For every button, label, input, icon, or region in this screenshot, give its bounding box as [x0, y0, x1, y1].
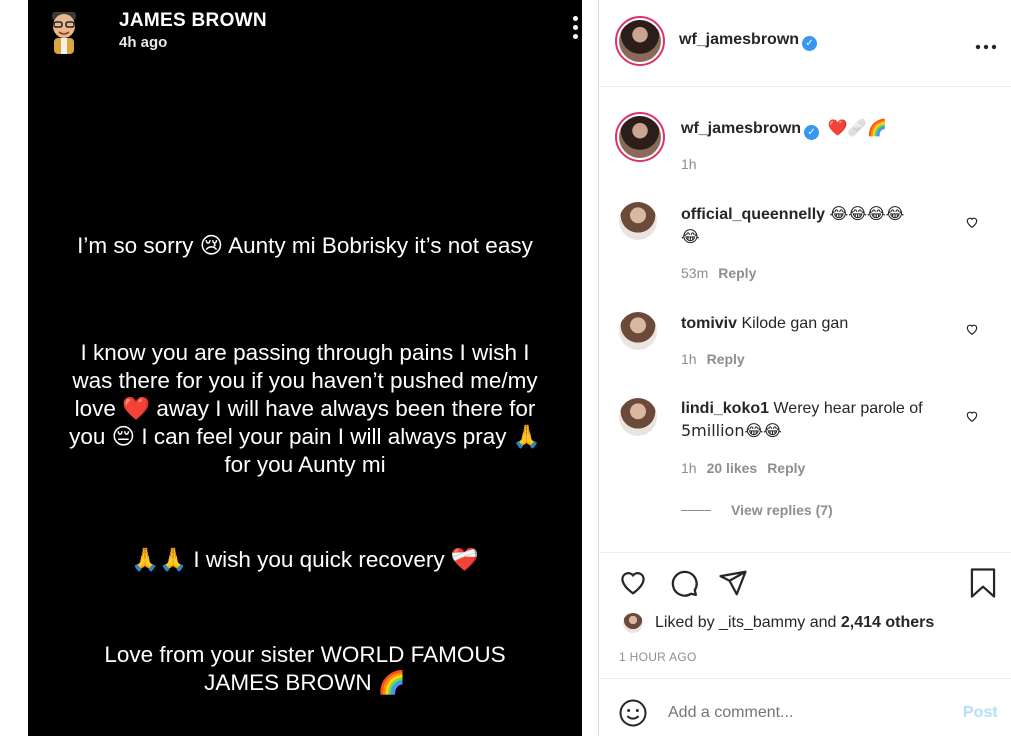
post-button[interactable]: Post [963, 704, 998, 722]
story-line: I know you are passing through pains I w… [80, 340, 530, 365]
comment-meta: 53m Reply [681, 265, 756, 281]
comment-text: Werey hear parole of [773, 400, 923, 417]
header-avatar[interactable] [615, 16, 665, 66]
caption: wf_jamesbrown ✓ ❤️🩹🌈 [681, 118, 887, 140]
like-heart-icon[interactable] [618, 567, 648, 597]
story-line: you 😔 I can feel your pain I will always… [69, 424, 541, 449]
divider [599, 678, 1011, 679]
comment-time: 1h [681, 351, 697, 367]
verified-badge-icon: ✓ [804, 125, 820, 140]
emoji-icon[interactable] [618, 698, 648, 728]
more-vertical-icon[interactable] [568, 16, 582, 46]
caption-time: 1h [681, 156, 697, 172]
post-header: wf_jamesbrown ✓ [599, 0, 1011, 87]
caption-avatar[interactable] [615, 112, 665, 162]
comment-text: 😂 [681, 227, 700, 246]
comment-icon[interactable] [669, 568, 699, 598]
like-comment-heart-icon[interactable] [965, 215, 979, 229]
header-user: wf_jamesbrown ✓ [679, 31, 818, 51]
comment-body: lindi_koko1 Werey hear parole of 5millio… [681, 398, 951, 443]
story-screenshot: JAMES BROWN 4h ago I’m so sorry 😢 Aunty … [28, 0, 582, 736]
replies-line [681, 510, 711, 511]
story-header: JAMES BROWN 4h ago [48, 6, 578, 56]
bitmoji-avatar [52, 12, 76, 54]
liked-by: Liked by _its_bammy and 2,414 others [655, 614, 934, 632]
caption-username[interactable]: wf_jamesbrown [681, 120, 801, 137]
commenter-avatar[interactable] [619, 202, 657, 240]
like-comment-heart-icon[interactable] [965, 409, 979, 423]
reply-button[interactable]: Reply [767, 460, 805, 476]
story-line: Love from your sister WORLD FAMOUS [104, 642, 506, 667]
story-line: JAMES BROWN 🌈 [204, 670, 406, 695]
comment-meta: 1h 20 likes Reply [681, 460, 805, 476]
story-author[interactable]: JAMES BROWN [119, 10, 267, 32]
story-time: 4h ago [119, 34, 168, 51]
comment-time: 1h [681, 460, 697, 476]
view-replies-button[interactable]: View replies (7) [731, 502, 833, 518]
comment-username[interactable]: tomiviv [681, 315, 737, 332]
comment-likes[interactable]: 20 likes [707, 460, 758, 476]
story-line: I’m so sorry 😢 Aunty mi Bobrisky it’s no… [77, 233, 533, 258]
comment-body: tomiviv Kilode gan gan [681, 313, 951, 335]
comment-username[interactable]: official_queennelly [681, 206, 825, 223]
comment-time: 53m [681, 265, 709, 281]
story-line: for you Aunty mi [224, 452, 386, 477]
reply-button[interactable]: Reply [718, 265, 756, 281]
like-comment-heart-icon[interactable] [965, 322, 979, 336]
commenter-avatar[interactable] [619, 398, 657, 436]
save-bookmark-icon[interactable] [968, 567, 998, 599]
comment-input[interactable] [668, 700, 948, 726]
story-line: was there for you if you haven’t pushed … [72, 368, 538, 393]
caption-text: ❤️🩹🌈 [827, 118, 888, 137]
liked-by-and: and [809, 614, 837, 631]
liked-by-others[interactable]: 2,414 others [841, 614, 934, 631]
liked-by-prefix: Liked by [655, 614, 715, 631]
comment-text: 5million😂😂 [681, 421, 782, 440]
more-horizontal-icon[interactable] [975, 38, 997, 50]
share-icon[interactable] [718, 568, 748, 598]
divider [599, 552, 1011, 553]
reply-button[interactable]: Reply [707, 351, 745, 367]
story-line: 🙏🙏 I wish you quick recovery ❤️‍🩹 [131, 547, 479, 572]
verified-badge-icon: ✓ [802, 36, 818, 51]
comment-text: 😂😂😂😂 [829, 204, 905, 223]
liked-by-user[interactable]: _its_bammy [719, 614, 805, 631]
header-username[interactable]: wf_jamesbrown [679, 31, 799, 48]
post-timestamp[interactable]: 1 HOUR AGO [619, 650, 697, 664]
comment-text: Kilode gan gan [741, 315, 849, 332]
comment-meta: 1h Reply [681, 351, 745, 367]
story-line: love ❤️ away I will have always been the… [74, 396, 536, 421]
commenter-avatar[interactable] [619, 312, 657, 350]
liker-avatar[interactable] [623, 613, 643, 633]
post-panel: wf_jamesbrown ✓ wf_jamesbrown ✓ ❤️🩹🌈 1h of… [598, 0, 1011, 736]
comment-body: official_queennelly 😂😂😂😂 😂 [681, 203, 951, 249]
comment-username[interactable]: lindi_koko1 [681, 400, 769, 417]
